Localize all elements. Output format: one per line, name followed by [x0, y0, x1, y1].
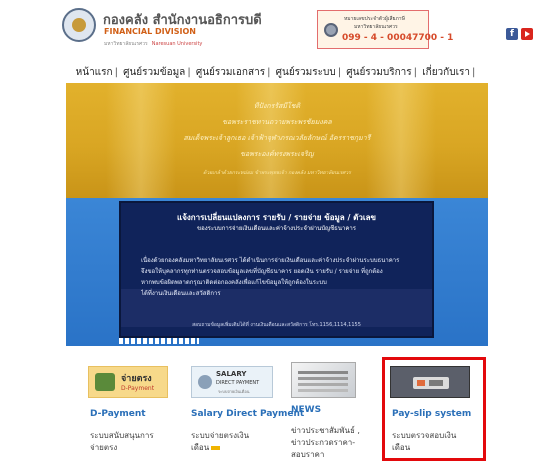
notice-body-line-3: หากพบข้อผิดพลาดกรุณาติดต่อกองคลังเพื่อแก… [141, 279, 327, 286]
contact-line-2: มหาวิทยาลัยนเรศวร [354, 24, 398, 30]
contact-icon [324, 23, 338, 37]
pay-slip-desc-line-1: ระบบตรวจสอบเงิน [392, 431, 457, 440]
d-payment-desc-line-2: จ่ายตรง [90, 443, 118, 452]
salary-thumbnail[interactable]: SALARY DIRECT PAYMENT ระบบจ่ายเงินเดือน [191, 366, 273, 398]
pay-slip-desc: ระบบตรวจสอบเงิน เดือน [392, 430, 456, 454]
pay-slip-thumbnail[interactable] [390, 366, 470, 398]
contact-line-1: หมายเลขประจำตัวผู้เสียภาษี [344, 16, 405, 22]
pay-slip-desc-line-2: เดือน [392, 443, 411, 452]
news-thumbnail[interactable] [291, 362, 356, 398]
banner-verse-3: สมเด็จพระเจ้าลูกเธอ เจ้าฟ้าจุฬาภรณวลัยลั… [183, 134, 371, 142]
org-sub-th: มหาวิทยาลัยนเรศวร [104, 41, 148, 47]
nav-separator: | [413, 67, 418, 78]
nav-separator: | [114, 67, 118, 78]
salary-thumb-sub: DIRECT PAYMENT [216, 380, 260, 386]
notice-body-line-4: ได้ที่งานเงินเดือนและสวัสดิการ [141, 290, 221, 297]
salary-thumb-title: SALARY [216, 370, 247, 378]
d-payment-thumb-sub: D-Payment [121, 385, 155, 392]
org-sub-en: Naresuan University [151, 41, 203, 47]
banner-verse-1: ทีปังกรรัสมีโชติ [253, 102, 301, 110]
news-desc-line-2: ข่าวประกวดราคา- [291, 438, 356, 447]
salary-icon [198, 375, 212, 389]
nav-separator: | [337, 67, 342, 78]
banner-verse-2: ขอพระราชทานถวายพระพรชัยมงคล [222, 118, 332, 126]
tax-contact-box: หมายเลขประจำตัวผู้เสียภาษี มหาวิทยาลัยนเ… [317, 10, 453, 49]
d-payment-desc-line-1: ระบบสนับสนุนการ [90, 431, 154, 440]
nav-separator: | [267, 67, 271, 78]
commemorative-banner: ทีปังกรรัสมีโชติ ขอพระราชทานถวายพระพรชัย… [66, 83, 488, 198]
nav-systems-center[interactable]: ศูนย์รวมระบบ [276, 67, 336, 78]
nav-home[interactable]: หน้าแรก [76, 67, 113, 78]
contact-phone: 099 - 4 - 00047700 - 1 [342, 33, 454, 43]
slider-pagination[interactable] [119, 338, 199, 344]
notice-body-line-1: เนื่องด้วยกองคลังมหาวิทยาลัยนเรศวร ได้ดำ… [141, 257, 400, 264]
nav-documents-center[interactable]: ศูนย์รวมเอกสาร [196, 67, 265, 78]
d-payment-link[interactable]: D-Payment [90, 409, 146, 419]
salary-desc-line-1: ระบบจ่ายตรงเงิน [191, 431, 250, 440]
main-nav: หน้าแรก | ศูนย์รวมข้อมูล | ศูนย์รวมเอกสาร |… [0, 65, 553, 80]
notice-footer: สอบถามข้อมูลเพิ่มเติมได้ที่ งานเงินเดือน… [192, 322, 361, 328]
salary-desc-line-2: เดือน [191, 442, 249, 454]
salary-direct-payment-link[interactable]: Salary Direct Payment [191, 409, 304, 419]
notice-body-line-2: จึงขอให้บุคลากรทุกท่านตรวจสอบข้อมูลเลขที… [141, 268, 383, 275]
news-link[interactable]: NEWS [291, 405, 321, 415]
nav-info-center[interactable]: ศูนย์รวมข้อมูล [123, 67, 185, 78]
notice-subtitle: ของระบบการจ่ายเงินเดือนและค่าจ้างประจำผ่… [197, 225, 356, 232]
d-payment-desc: ระบบสนับสนุนการ จ่ายตรง [90, 430, 154, 454]
pay-slip-card-icon [413, 377, 449, 389]
salary-thumb-tiny: ระบบจ่ายเงินเดือน [218, 389, 250, 394]
d-payment-thumbnail[interactable]: จ่ายตรง D-Payment [88, 366, 168, 398]
d-payment-thumb-title: จ่ายตรง [121, 374, 152, 384]
facebook-icon[interactable]: f [506, 28, 518, 40]
org-name-en: FINANCIAL DIVISION [104, 27, 196, 36]
site-logo[interactable] [62, 8, 96, 42]
nav-separator: | [471, 67, 476, 78]
nav-services-center[interactable]: ศูนย์รวมบริการ [346, 67, 411, 78]
banner-verse-footer: ด้วยเกล้าด้วยกระหม่อม ข้าพระพุทธเจ้า กอง… [203, 170, 351, 176]
banner-verse-4: ขอพระองค์ทรงพระเจริญ [240, 150, 314, 158]
news-desc: ข่าวประชาสัมพันธ์ , ข่าวประกวดราคา- สอบร… [291, 425, 360, 461]
news-desc-line-3: สอบราคา [291, 450, 325, 459]
new-badge-icon [211, 445, 221, 450]
news-desc-line-1: ข่าวประชาสัมพันธ์ , [291, 426, 360, 435]
salary-desc: ระบบจ่ายตรงเงิน เดือน [191, 430, 249, 454]
notice-panel[interactable]: แจ้งการเปลี่ยนแปลงการ รายรับ / รายจ่าย ข… [119, 201, 434, 338]
d-payment-icon [95, 373, 115, 391]
nav-separator: | [187, 67, 191, 78]
org-sub: มหาวิทยาลัยนเรศวร Naresuan University [104, 40, 202, 48]
pay-slip-system-link[interactable]: Pay-slip system [392, 409, 471, 419]
youtube-icon[interactable] [521, 28, 533, 40]
nav-about-us[interactable]: เกี่ยวกับเรา [422, 67, 470, 78]
